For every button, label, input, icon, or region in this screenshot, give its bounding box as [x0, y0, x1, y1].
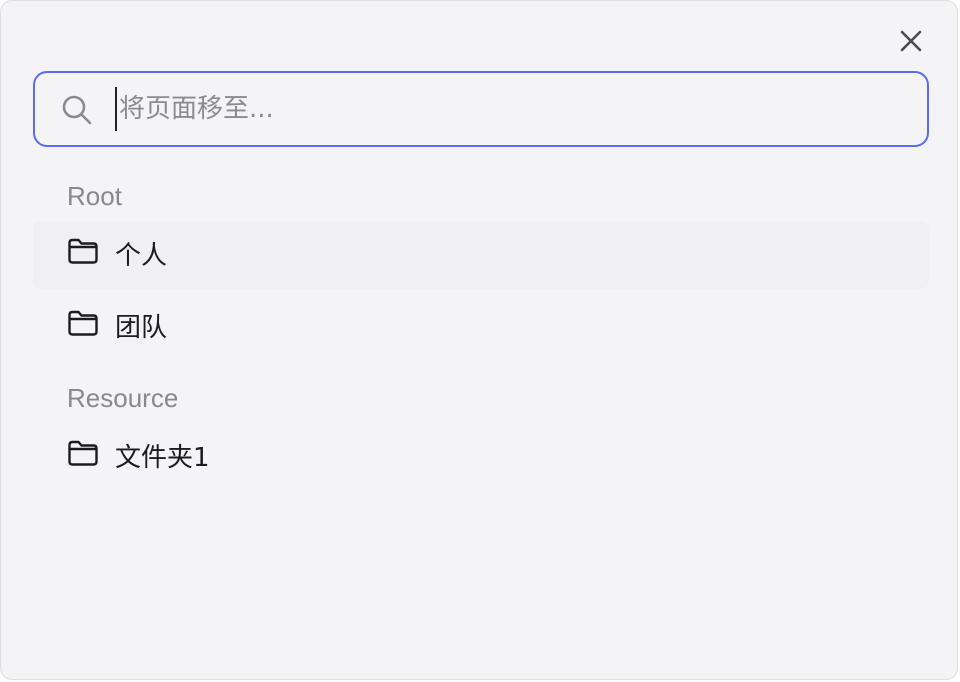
folder-item-label: 文件夹1 [115, 443, 210, 473]
folder-item-label: 团队 [115, 313, 168, 343]
folder-item-team[interactable]: 团队 [33, 293, 929, 361]
search-box[interactable] [33, 71, 929, 147]
search-icon [62, 95, 92, 125]
section-label-root: Root [67, 181, 122, 211]
close-button[interactable] [897, 27, 925, 55]
section-label-resource: Resource [67, 383, 179, 413]
folder-icon [68, 440, 98, 466]
folder-item-folder1[interactable]: 文件夹1 [33, 423, 929, 491]
folder-icon [68, 310, 98, 336]
move-page-dialog: Root 个人 团队 Resource 文件夹1 [0, 0, 958, 680]
folder-icon [68, 238, 98, 264]
folder-item-personal[interactable]: 个人 [33, 221, 929, 289]
search-input[interactable] [115, 87, 899, 131]
close-icon [900, 30, 922, 52]
folder-item-label: 个人 [115, 241, 168, 271]
